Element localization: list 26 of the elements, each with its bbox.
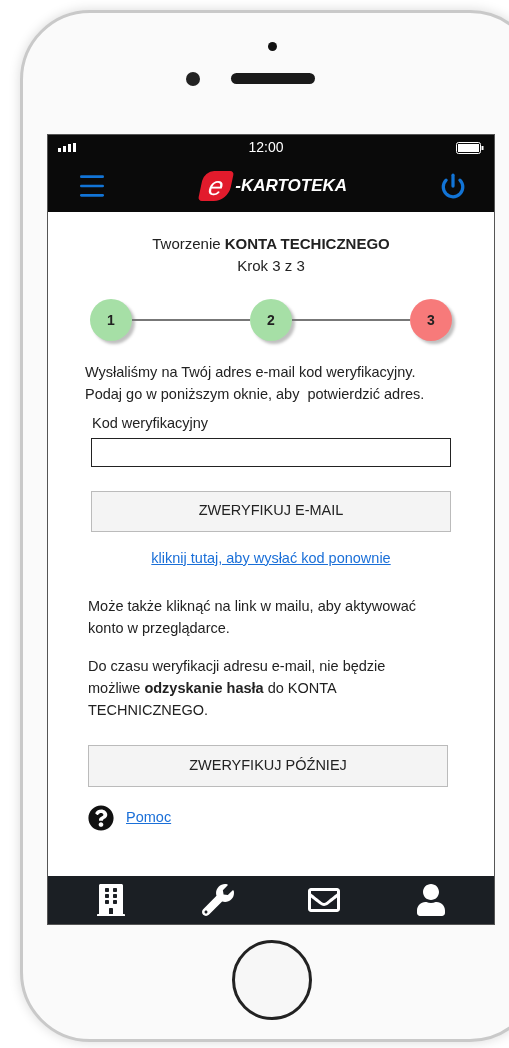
verify-email-button[interactable]: ZWERYFIKUJ E-MAIL	[91, 490, 451, 532]
wrench-icon	[201, 884, 234, 916]
wrench-nav-button[interactable]	[201, 884, 234, 916]
help-icon	[88, 804, 114, 831]
warning-text: Do czasu weryfikacji adresu e-mail, nie będzie możliwe odzyskanie hasła do KONTA TECHNICZNEGO.	[88, 656, 387, 720]
field-label: Kod weryfikacyjny	[92, 414, 210, 433]
resend-code-link[interactable]: kliknij tutaj, aby wysłać kod ponownie	[151, 547, 391, 570]
page-title: Tworzenie KONTA TECHICZNEGO	[152, 234, 390, 254]
verification-code-field[interactable]	[91, 437, 451, 467]
building-icon	[95, 884, 128, 916]
info-text: Może także kliknąć na link w mailu, aby aktywować konto w przeglądarce.	[88, 596, 417, 638]
logo-text: -KARTOTEKA	[235, 175, 348, 198]
signal-icon	[58, 143, 76, 152]
help-link[interactable]: Pomoc	[126, 806, 172, 829]
step-counter: Krok 3 z 3	[237, 256, 305, 276]
logo-mark: e	[197, 171, 235, 201]
building-nav-button[interactable]	[95, 884, 128, 916]
sensor-icon	[268, 42, 277, 51]
battery-icon	[456, 141, 484, 154]
instruction-text: Wysłaliśmy na Twój adres e-mail kod weryfikacyjny. Podaj go w poniższym oknie, aby potwierdzić adres.	[85, 363, 426, 404]
status-time: 12:00	[248, 138, 284, 157]
power-icon	[440, 173, 466, 199]
verify-later-button[interactable]: ZWERYFIKUJ PÓŹNIEJ	[88, 744, 448, 787]
user-icon	[414, 884, 447, 916]
user-nav-button[interactable]	[414, 884, 447, 916]
power-button[interactable]	[440, 173, 466, 199]
